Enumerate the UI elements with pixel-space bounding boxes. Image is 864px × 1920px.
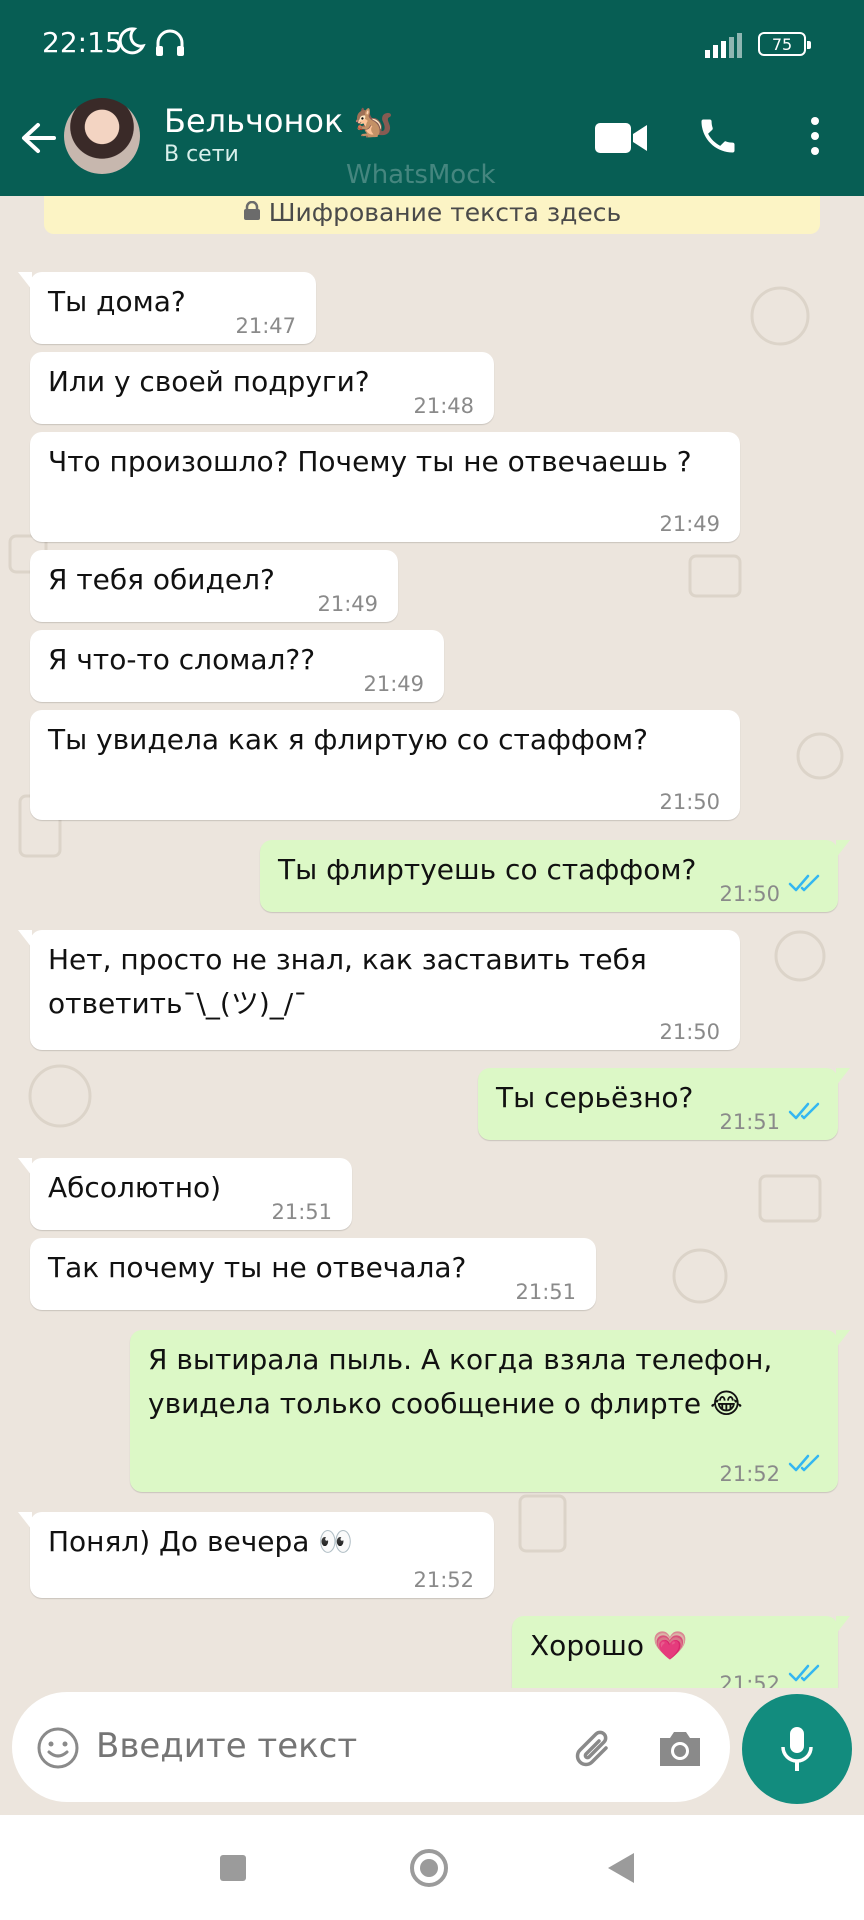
message-time: 21:52: [719, 1462, 780, 1486]
message-text: Я что-то сломал??: [48, 643, 316, 676]
attach-icon[interactable]: [570, 1726, 618, 1778]
message-outgoing[interactable]: Я вытирала пыль. А когда взяла телефон, …: [130, 1330, 850, 1492]
message-incoming[interactable]: Я что-то сломал?? 21:49: [30, 630, 444, 702]
contact-name[interactable]: Бельчонок 🐿️: [164, 102, 393, 140]
message-text: Я тебя обидел?: [48, 563, 275, 596]
message-time: 21:49: [363, 672, 424, 696]
message-time: 21:50: [659, 790, 720, 814]
message-input[interactable]: [96, 1726, 476, 1766]
message-incoming[interactable]: Нет, просто не знал, как заставить тебя …: [18, 930, 740, 1050]
message-time: 21:50: [659, 1020, 720, 1044]
mic-icon: [781, 1727, 813, 1771]
encryption-text: Шифрование текста здесь: [268, 197, 622, 227]
camera-icon[interactable]: [656, 1728, 704, 1772]
bubble-tail: [18, 930, 32, 948]
message-incoming[interactable]: Или у своей подруги? 21:48: [30, 352, 494, 424]
signal-icon: [704, 32, 744, 62]
message-outgoing[interactable]: Ты флиртуешь со стаффом? 21:50: [260, 840, 850, 912]
double-check-icon: [788, 1442, 822, 1486]
bubble-tail: [836, 1616, 850, 1634]
double-check-icon: [788, 862, 822, 906]
message-incoming[interactable]: Что произошло? Почему ты не отвечаешь ? …: [30, 432, 740, 542]
message-text: Нет, просто не знал, как заставить тебя …: [48, 943, 647, 1020]
home-button[interactable]: [410, 1849, 448, 1887]
message-time: 21:51: [515, 1280, 576, 1304]
system-nav-bar: [0, 1815, 864, 1920]
message-text: Ты дома?: [48, 285, 186, 318]
recents-button[interactable]: [220, 1855, 246, 1881]
bubble-tail: [836, 1068, 850, 1086]
bubble-tail: [836, 840, 850, 858]
message-time: 21:48: [413, 394, 474, 418]
message-text: Я вытирала пыль. А когда взяла телефон, …: [148, 1343, 773, 1420]
message-time: 21:50: [719, 882, 780, 906]
video-call-icon[interactable]: [594, 120, 648, 160]
message-outgoing[interactable]: Ты серьёзно? 21:51: [478, 1068, 850, 1140]
bubble-tail: [18, 1158, 32, 1176]
message-text: Что произошло? Почему ты не отвечаешь ?: [48, 445, 692, 478]
message-list[interactable]: Шифрование текста здесь Ты дома? 21:47 И…: [0, 196, 864, 1688]
message-incoming[interactable]: Так почему ты не отвечала? 21:51: [30, 1238, 596, 1310]
bubble-tail: [18, 1512, 32, 1530]
message-incoming[interactable]: Ты увидела как я флиртую со стаффом? 21:…: [30, 710, 740, 820]
voice-record-button[interactable]: [742, 1694, 852, 1804]
bubble-tail: [836, 1330, 850, 1348]
emoji-icon[interactable]: [36, 1726, 80, 1774]
message-text: Абсолютно): [48, 1171, 222, 1204]
message-text: Ты увидела как я флиртую со стаффом?: [48, 723, 648, 756]
more-vert-icon[interactable]: [808, 114, 822, 162]
message-incoming[interactable]: Абсолютно) 21:51: [18, 1158, 352, 1230]
message-outgoing[interactable]: Хорошо 💗 21:52: [512, 1616, 850, 1688]
message-text: Или у своей подруги?: [48, 365, 370, 398]
message-text: Ты серьёзно?: [496, 1081, 694, 1114]
contact-status: В сети: [164, 142, 239, 167]
moon-icon: [116, 26, 146, 60]
chat-header: Бельчонок 🐿️ В сети WhatsMock: [0, 90, 864, 196]
phone-icon[interactable]: [696, 114, 740, 162]
message-time: 21:51: [271, 1200, 332, 1224]
message-time: 21:52: [413, 1568, 474, 1592]
message-text: Так почему ты не отвечала?: [48, 1251, 467, 1284]
status-bar: 22:15 75: [0, 0, 864, 90]
system-back-button[interactable]: [608, 1853, 634, 1883]
back-arrow-icon[interactable]: [18, 118, 58, 162]
encryption-banner: Шифрование текста здесь: [44, 196, 820, 234]
avatar[interactable]: [64, 98, 140, 174]
message-incoming[interactable]: Я тебя обидел? 21:49: [30, 550, 398, 622]
lock-icon: [243, 198, 261, 227]
double-check-icon: [788, 1652, 822, 1688]
message-incoming[interactable]: Ты дома? 21:47: [18, 272, 316, 344]
message-text: Ты флиртуешь со стаффом?: [278, 853, 697, 886]
message-time: 21:52: [719, 1672, 780, 1688]
watermark: WhatsMock: [346, 160, 496, 190]
message-text: Хорошо 💗: [530, 1629, 688, 1662]
message-time: 21:51: [719, 1110, 780, 1134]
bubble-tail: [18, 272, 32, 290]
battery-icon: 75: [758, 32, 811, 56]
double-check-icon: [788, 1090, 822, 1134]
message-incoming[interactable]: Понял) До вечера 👀 21:52: [18, 1512, 494, 1598]
message-time: 21:49: [317, 592, 378, 616]
headphones-icon: [154, 28, 186, 62]
message-time: 21:47: [235, 314, 296, 338]
message-composer: [12, 1692, 730, 1802]
message-time: 21:49: [659, 512, 720, 536]
status-time: 22:15: [42, 26, 123, 59]
message-text: Понял) До вечера 👀: [48, 1525, 354, 1558]
